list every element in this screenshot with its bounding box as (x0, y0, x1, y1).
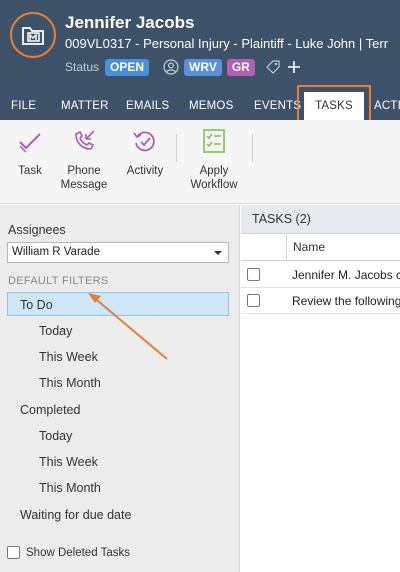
tab-emails[interactable]: EMAILS (126, 92, 169, 120)
plus-icon[interactable] (287, 60, 301, 74)
task-name: Jennifer M. Jacobs ca (292, 268, 400, 282)
wrv-badge[interactable]: WRV (184, 58, 222, 76)
task-column-header: Name (241, 234, 400, 261)
task-check-icon (8, 128, 52, 158)
filter-completed-this-month[interactable]: This Month (39, 476, 101, 500)
task-name: Review the following (292, 294, 400, 308)
matter-description: 009VL0317 - Personal Injury - Plaintiff … (65, 36, 389, 51)
tab-events[interactable]: EVENTS (254, 92, 301, 120)
table-row[interactable]: Jennifer M. Jacobs ca (241, 262, 400, 288)
task-row-checkbox[interactable] (247, 294, 260, 307)
assignees-label: Assignees (8, 223, 66, 237)
filter-completed[interactable]: Completed (20, 398, 80, 422)
phone-message-button[interactable]: Phone Message (58, 128, 110, 192)
chevron-down-icon (214, 251, 222, 255)
name-column-header[interactable]: Name (293, 234, 325, 261)
toolbar-separator (176, 134, 177, 162)
tab-file[interactable]: FILE (11, 92, 36, 120)
apply-workflow-button[interactable]: Apply Workflow (186, 128, 242, 192)
column-divider[interactable] (286, 234, 287, 261)
activity-button[interactable]: Activity (122, 128, 168, 178)
task-row-checkbox[interactable] (247, 268, 260, 281)
filter-todo-this-week[interactable]: This Week (39, 345, 98, 369)
filter-todo-today[interactable]: Today (39, 319, 72, 343)
assignee-select[interactable]: William R Varade (7, 242, 229, 263)
client-name: Jennifer Jacobs (65, 13, 195, 32)
apply-workflow-label-1: Apply (199, 165, 229, 177)
tasks-count-header: TASKS (2) (241, 205, 400, 234)
tasks-toolbar: Task Phone Message Activity Apply Workfl… (0, 120, 400, 204)
show-deleted-checkbox[interactable] (7, 546, 20, 559)
filter-panel: Assignees William R Varade DEFAULT FILTE… (0, 205, 240, 572)
new-task-button[interactable]: Task (8, 128, 52, 178)
status-badge[interactable]: OPEN (105, 58, 150, 76)
status-label: Status (65, 60, 100, 74)
apply-workflow-label-2: Workflow (190, 179, 238, 191)
phone-message-label-2: Message (60, 179, 108, 191)
task-button-label: Task (18, 165, 42, 177)
show-deleted-label: Show Deleted Tasks (26, 546, 130, 559)
phone-icon (58, 128, 110, 158)
phone-message-label-1: Phone (67, 165, 101, 177)
activity-icon (122, 128, 168, 158)
assignee-value: William R Varade (12, 246, 100, 258)
filter-todo-this-month[interactable]: This Month (39, 371, 101, 395)
tag-icon[interactable] (265, 59, 281, 75)
tab-memos[interactable]: MEMOS (189, 92, 233, 120)
tab-activities[interactable]: ACTIVI (374, 92, 400, 120)
filter-completed-today[interactable]: Today (39, 424, 72, 448)
task-list-panel: TASKS (2) Name Jennifer M. Jacobs ca Rev… (241, 205, 400, 572)
tab-matter[interactable]: MATTER (61, 92, 109, 120)
default-filters-header: DEFAULT FILTERS (8, 275, 109, 287)
activity-label: Activity (126, 165, 164, 177)
status-row: Status OPEN WRV GR (65, 58, 301, 76)
filter-todo[interactable]: To Do (7, 292, 229, 316)
matter-header: Jennifer Jacobs 009VL0317 - Personal Inj… (0, 0, 400, 92)
filter-waiting-for-due-date[interactable]: Waiting for due date (20, 503, 131, 527)
table-row[interactable]: Review the following (241, 288, 400, 314)
toolbar-separator (252, 134, 253, 162)
folder-icon[interactable] (10, 12, 56, 58)
show-deleted-tasks-toggle[interactable]: Show Deleted Tasks (7, 546, 130, 559)
user-circle-icon[interactable] (163, 59, 179, 75)
gr-badge[interactable]: GR (226, 58, 255, 76)
workflow-checklist-icon (186, 128, 242, 158)
filter-completed-this-week[interactable]: This Week (39, 450, 98, 474)
